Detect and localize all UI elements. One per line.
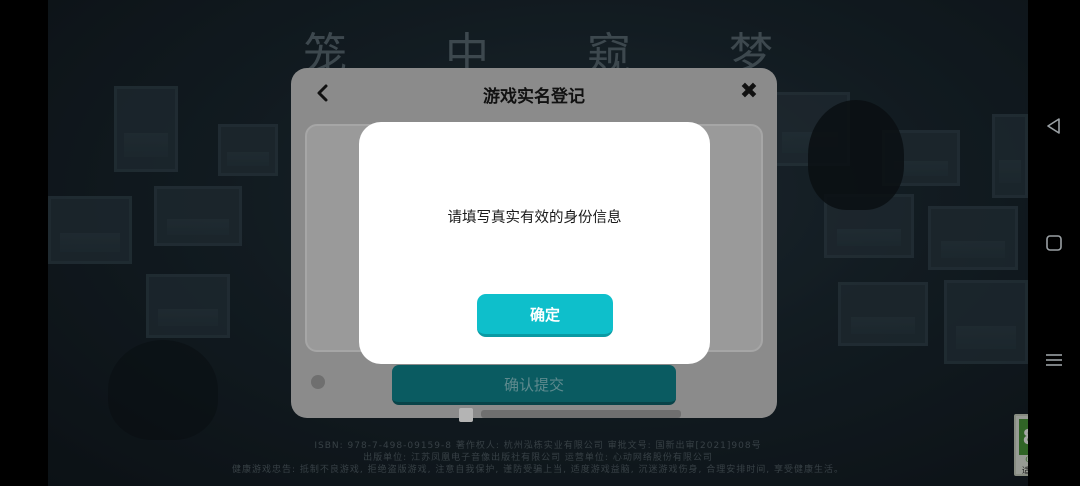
validation-dialog: 请填写真实有效的身份信息 确定 — [359, 122, 710, 364]
recents-nav-icon[interactable] — [1028, 345, 1080, 375]
agreement-row — [459, 408, 699, 424]
left-black-bar — [0, 0, 48, 486]
info-icon — [311, 375, 325, 389]
back-nav-icon[interactable] — [1028, 111, 1080, 141]
close-icon[interactable]: ✖ — [737, 80, 761, 104]
submit-button[interactable]: 确认提交 — [392, 365, 676, 405]
screen: 笼 中 窥 梦 ISBN: 978-7-498-09159-8 著作权人: 杭州… — [0, 0, 1080, 486]
dialog-message: 请填写真实有效的身份信息 — [447, 210, 622, 226]
agreement-text — [481, 410, 681, 418]
panel-header: 游戏实名登记 ✖ — [291, 68, 777, 118]
confirm-button[interactable]: 确定 — [477, 294, 613, 337]
panel-title: 游戏实名登记 — [483, 87, 585, 107]
system-nav-bar — [1028, 0, 1080, 486]
home-nav-icon[interactable] — [1028, 228, 1080, 258]
agreement-checkbox[interactable] — [459, 408, 473, 422]
